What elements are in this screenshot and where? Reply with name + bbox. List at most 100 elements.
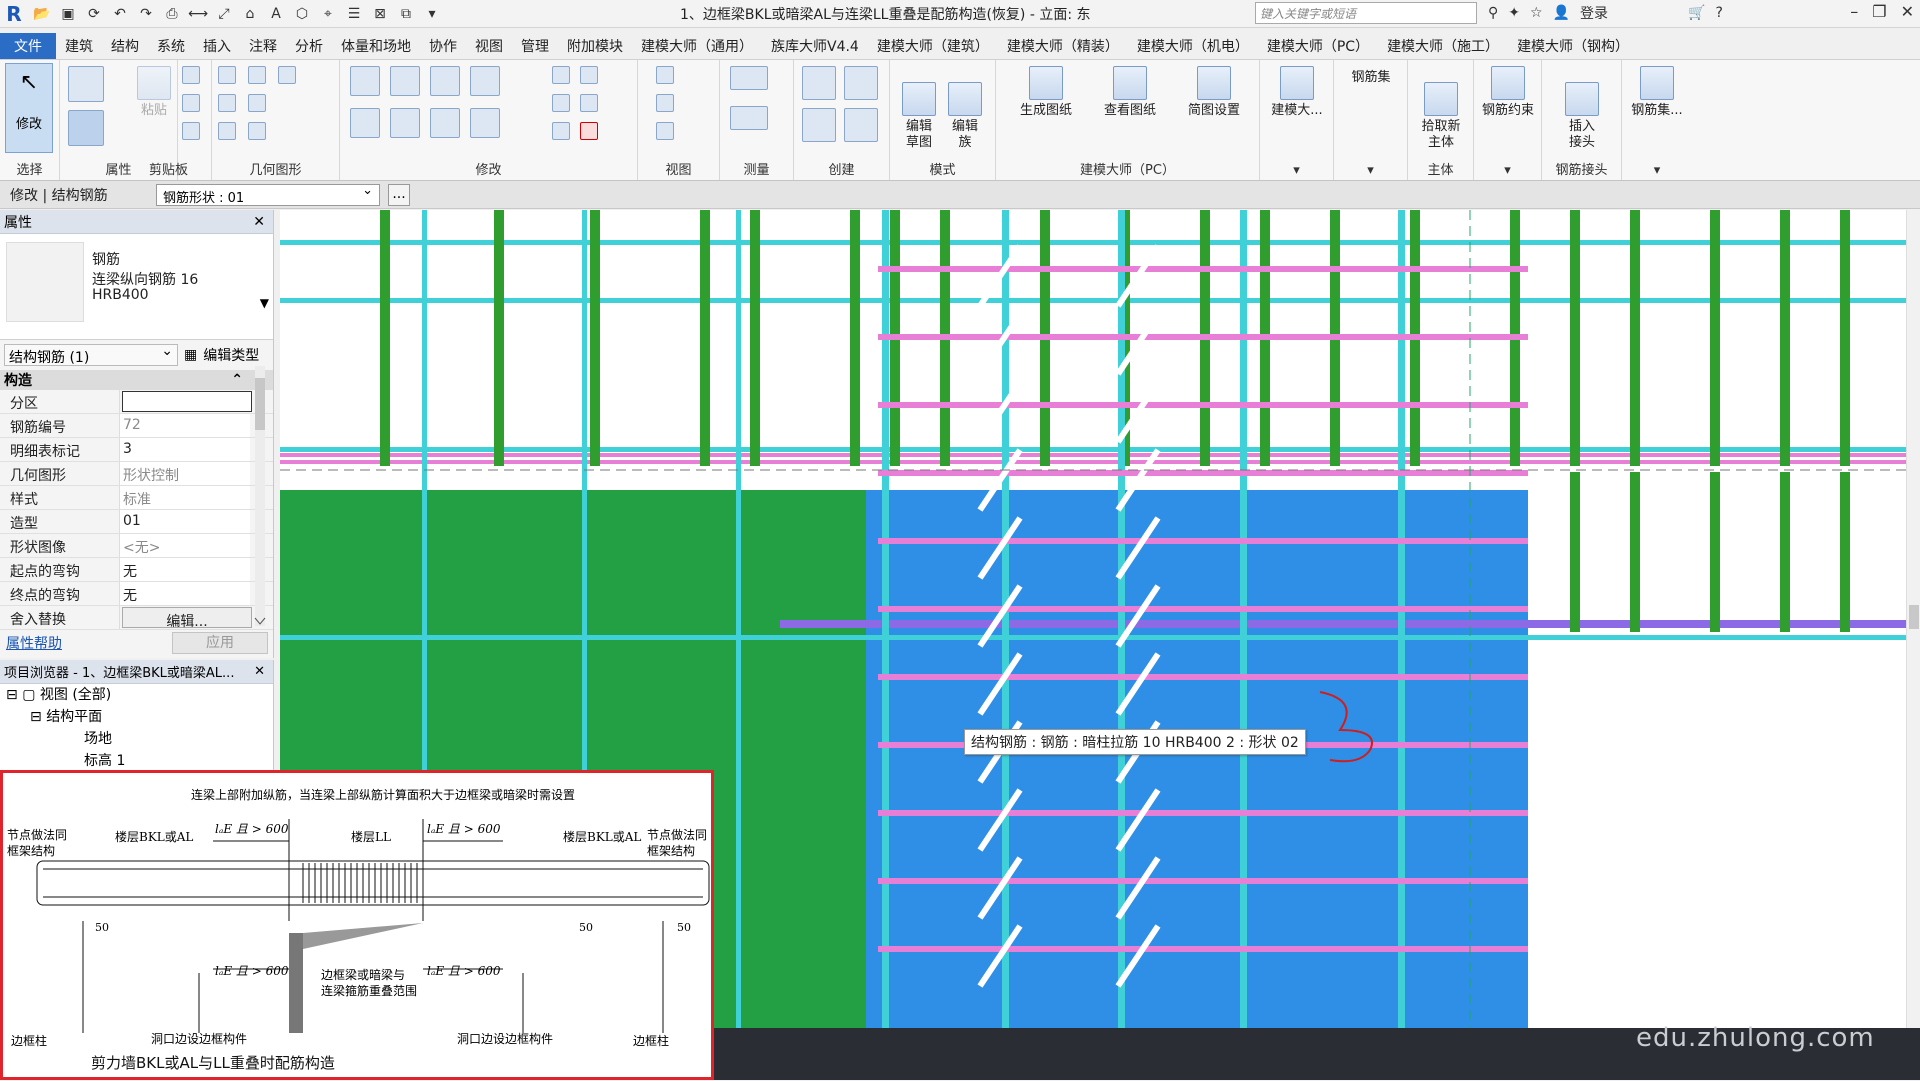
copy-element-icon[interactable] (390, 108, 420, 138)
subscription-icon[interactable]: ✦ (1508, 5, 1520, 21)
search-input[interactable]: 键入关键字或短语 (1255, 2, 1477, 24)
section-icon[interactable]: ⌖ (318, 4, 338, 24)
join-icon[interactable] (278, 66, 296, 84)
tab-7[interactable]: 体量和场地 (332, 33, 420, 59)
rotate-icon[interactable] (430, 108, 460, 138)
3d-view-icon[interactable]: ⬡ (292, 4, 312, 24)
wall-joins-icon[interactable] (218, 122, 236, 140)
modify-button[interactable]: ↖ 修改 (5, 63, 53, 153)
property-value[interactable] (122, 391, 252, 412)
collapse-icon[interactable]: ⊟ (30, 709, 42, 725)
measure-icon[interactable]: ⟷ (188, 4, 208, 24)
thin-lines-icon[interactable]: ☰ (344, 4, 364, 24)
mirror-axis-icon[interactable] (430, 66, 460, 96)
delete-icon[interactable] (580, 122, 598, 140)
properties-scrollbar[interactable] (251, 366, 269, 626)
paste-button[interactable]: 粘贴 (134, 66, 174, 119)
tab-3[interactable]: 系统 (148, 33, 194, 59)
tree-node-site[interactable]: 场地 (0, 728, 273, 750)
view-drawing-button[interactable]: 查看图纸 (1090, 66, 1170, 119)
aligned-dimension-icon[interactable] (730, 106, 768, 130)
close-hidden-icon[interactable]: ⊠ (370, 4, 390, 24)
property-value[interactable]: 无 (120, 582, 250, 605)
build-master-button[interactable]: 建模大... (1262, 66, 1332, 119)
create-similar-icon[interactable] (844, 108, 878, 142)
minimize-icon[interactable]: – (1850, 2, 1858, 21)
move-icon[interactable] (350, 108, 380, 138)
login-link[interactable]: 登录 (1580, 3, 1608, 23)
tab-9[interactable]: 视图 (466, 33, 512, 59)
build-master-dropdown[interactable]: ▾ (1260, 163, 1333, 178)
close-icon[interactable]: ✕ (253, 214, 265, 230)
tree-node-level1[interactable]: 标高 1 (0, 750, 273, 772)
favorites-icon[interactable]: ☆ (1530, 5, 1543, 21)
type-selector[interactable]: 钢筋 连梁纵向钢筋 16 HRB400 ▼ (0, 234, 273, 340)
match-properties-icon[interactable] (182, 122, 200, 140)
close-icon[interactable]: ✕ (254, 664, 265, 679)
collapse-icon[interactable]: ⌃ (231, 372, 243, 388)
type-properties-icon[interactable] (68, 110, 104, 146)
split-gap-icon[interactable] (580, 66, 598, 84)
align-icon[interactable] (350, 66, 380, 96)
rebar-constraint-button[interactable]: 钢筋约束 (1476, 66, 1540, 119)
split-face-icon[interactable] (218, 94, 236, 112)
trim-icon[interactable] (470, 108, 500, 138)
tab-8[interactable]: 协作 (420, 33, 466, 59)
app-logo[interactable]: R (0, 0, 28, 28)
property-value[interactable]: 3 (120, 438, 250, 461)
tree-node-views[interactable]: ⊟ ▢ 视图 (全部) (0, 684, 273, 706)
properties-icon[interactable] (68, 66, 104, 102)
insert-coupler-button[interactable]: 插入 接头 (1552, 66, 1612, 151)
tab-2[interactable]: 结构 (102, 33, 148, 59)
rebar-set-dropdown[interactable]: ▾ (1334, 163, 1407, 178)
tab-15[interactable]: 建模大师（精装） (998, 33, 1128, 59)
undo-icon[interactable]: ↶ (110, 4, 130, 24)
shape-browser-button[interactable]: ... (388, 183, 410, 206)
rebar-shape-select[interactable]: 钢筋形状 : 01 (156, 183, 380, 206)
dimension-icon[interactable]: ⤢ (214, 4, 234, 24)
tree-node-structural-plans[interactable]: ⊟ 结构平面 (0, 706, 273, 728)
user-icon[interactable]: 👤 (1553, 5, 1570, 21)
apply-button[interactable]: 应用 (172, 632, 268, 654)
cope-icon[interactable] (218, 66, 236, 84)
tab-10[interactable]: 管理 (512, 33, 558, 59)
override-icon[interactable] (656, 94, 674, 112)
property-value[interactable]: 01 (120, 510, 250, 533)
generate-drawing-button[interactable]: 生成图纸 (1006, 66, 1086, 119)
cart-icon[interactable]: 🛒 (1688, 5, 1705, 21)
array-icon[interactable] (552, 94, 570, 112)
restore-icon[interactable]: ❐ (1872, 2, 1886, 21)
pick-host-button[interactable]: 拾取新 主体 (1412, 66, 1470, 151)
tab-1[interactable]: 建筑 (56, 33, 102, 59)
rebar-set2-button[interactable]: 钢筋集... (1624, 66, 1690, 119)
tab-6[interactable]: 分析 (286, 33, 332, 59)
tab-14[interactable]: 建模大师（建筑） (868, 33, 998, 59)
sketch-settings-button[interactable]: 简图设置 (1174, 66, 1254, 119)
create-assembly-icon[interactable] (802, 66, 836, 100)
tag-icon[interactable]: ⌂ (240, 4, 260, 24)
customize-qat-icon[interactable]: ▾ (422, 4, 442, 24)
chevron-down-icon[interactable]: ▼ (260, 296, 269, 310)
rebar-set2-dropdown[interactable]: ▾ (1622, 163, 1692, 178)
tab-11[interactable]: 附加模块 (558, 33, 632, 59)
tab-17[interactable]: 建模大师（PC） (1258, 33, 1378, 59)
cut-geometry-icon[interactable] (248, 66, 266, 84)
offset-icon[interactable] (390, 66, 420, 96)
scale-icon[interactable] (580, 94, 598, 112)
split-icon[interactable] (552, 66, 570, 84)
canvas-scrollbar[interactable] (1906, 210, 1920, 1028)
demolish-icon[interactable] (248, 122, 266, 140)
select-dropdown[interactable]: 选择 (0, 159, 59, 178)
rebar-constraint-dropdown[interactable]: ▾ (1474, 163, 1541, 178)
tab-19[interactable]: 建模大师（钢构） (1508, 33, 1638, 59)
properties-help-link[interactable]: 属性帮助 (6, 633, 62, 653)
create-parts-icon[interactable] (844, 66, 878, 100)
mirror-draw-icon[interactable] (470, 66, 500, 96)
rounding-edit-button[interactable]: 编辑... (122, 607, 252, 630)
switch-windows-icon[interactable]: ⧉ (396, 4, 416, 24)
tab-18[interactable]: 建模大师（施工） (1378, 33, 1508, 59)
pin-icon[interactable] (552, 122, 570, 140)
open-icon[interactable]: 📂 (32, 4, 52, 24)
collapse-icon[interactable]: ⊟ (6, 687, 18, 703)
tab-5[interactable]: 注释 (240, 33, 286, 59)
